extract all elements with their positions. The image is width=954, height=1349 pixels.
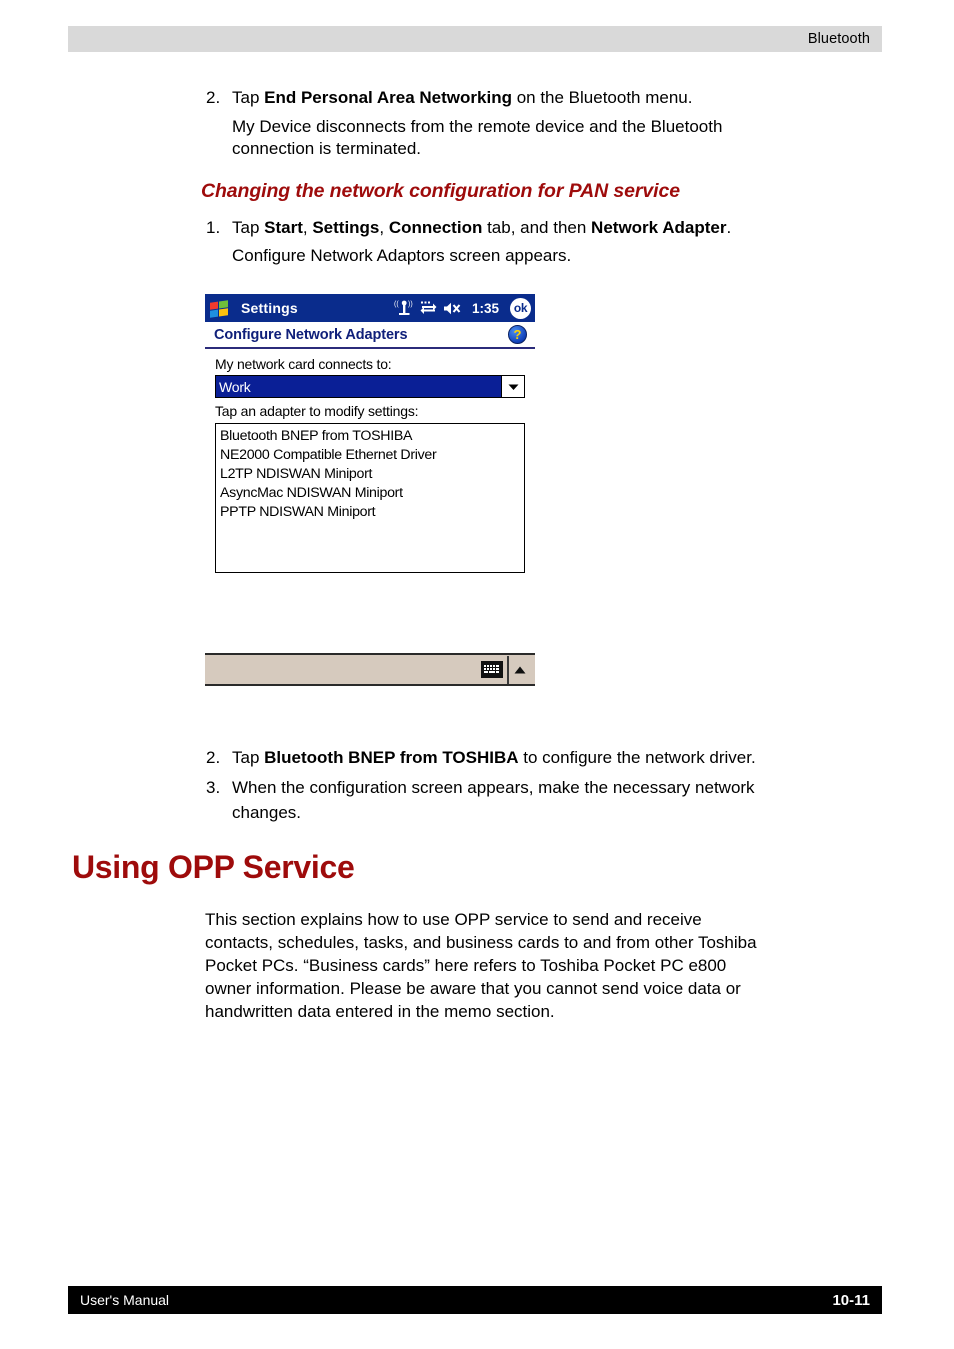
ok-button[interactable]: ok	[510, 297, 531, 319]
pocketpc-page-title: Configure Network Adapters	[214, 326, 408, 343]
text-fragment: .	[726, 218, 732, 237]
section-paragraph-line: This section explains how to use OPP ser…	[205, 910, 702, 929]
step-2-result-line-2: connection is terminated.	[232, 139, 421, 158]
list-text: Tap Start, Settings, Connection tab, and…	[232, 215, 731, 240]
bold-fragment: End Personal Area Networking	[264, 88, 512, 107]
triangle-up-icon[interactable]	[514, 666, 526, 674]
pocketpc-title-bar: Settings (( )) 1:35 ok	[205, 294, 535, 322]
text-fragment: on the Bluetooth menu.	[511, 88, 693, 107]
page-header-band: Bluetooth	[68, 26, 882, 52]
list-marker: 2.	[206, 88, 221, 107]
list-item[interactable]: Bluetooth BNEP from TOSHIBA	[220, 427, 524, 446]
adapter-listbox[interactable]: Bluetooth BNEP from TOSHIBA NE2000 Compa…	[215, 423, 525, 573]
wireless-signal-icon[interactable]: (( ))	[394, 299, 414, 317]
network-card-label: My network card connects to:	[215, 356, 392, 372]
pocketpc-body: My network card connects to: Work Tap an…	[205, 349, 535, 573]
list-text: Tap End Personal Area Networking on the …	[232, 85, 693, 110]
chapter-title: Bluetooth	[807, 31, 870, 47]
pocketpc-blank-spacer	[205, 573, 535, 653]
pocketpc-system-tray: (( )) 1:35 ok	[394, 294, 531, 322]
bold-fragment: Start	[264, 218, 303, 237]
section-paragraph-line: contacts, schedules, tasks, and business…	[205, 933, 757, 952]
text-fragment: Tap	[232, 748, 265, 767]
section-heading-using-opp-service: Using OPP Service	[72, 849, 355, 885]
keyboard-icon[interactable]	[481, 661, 503, 678]
footer-manual-label: User's Manual	[80, 1292, 170, 1308]
volume-muted-icon[interactable]	[443, 301, 465, 316]
text-fragment: Tap	[232, 218, 265, 237]
list-text: When the configuration screen appears, m…	[232, 778, 755, 797]
step-1-result-line: Configure Network Adaptors screen appear…	[232, 246, 572, 265]
pocketpc-screenshot-figure: Settings (( )) 1:35 ok Configure Network…	[205, 294, 535, 686]
step-3-line-2: changes.	[232, 803, 301, 822]
svg-text:)): ))	[408, 301, 413, 308]
bold-fragment: Bluetooth BNEP from TOSHIBA	[264, 748, 519, 767]
list-marker: 3.	[206, 778, 221, 797]
adapter-list-label: Tap an adapter to modify settings:	[215, 403, 419, 419]
taskbar-divider	[507, 655, 509, 684]
list-text: Tap Bluetooth BNEP from TOSHIBA to confi…	[232, 745, 756, 770]
bold-fragment: Settings	[312, 218, 380, 237]
pocketpc-taskbar	[205, 653, 535, 686]
svg-text:((: ((	[394, 301, 399, 308]
list-marker: 2.	[206, 748, 221, 767]
network-connectivity-icon[interactable]	[420, 300, 437, 316]
list-item-step-1: 1. Tap Start, Settings, Connection tab, …	[198, 215, 888, 240]
section-paragraph-line: owner information. Please be aware that …	[205, 979, 741, 998]
text-fragment: to configure the network driver.	[518, 748, 756, 767]
list-item-step-3-bottom: 3. When the configuration screen appears…	[198, 775, 888, 800]
list-item[interactable]: NE2000 Compatible Ethernet Driver	[220, 446, 524, 465]
section-paragraph-line: Pocket PCs. “Business cards” here refers…	[205, 956, 727, 975]
network-card-dropdown[interactable]: Work	[215, 375, 525, 398]
section-paragraph-line: handwritten data entered in the memo sec…	[205, 1002, 555, 1021]
bold-fragment: Connection	[388, 218, 483, 237]
list-item[interactable]: PPTP NDISWAN Miniport	[220, 503, 524, 522]
list-item[interactable]: L2TP NDISWAN Miniport	[220, 465, 524, 484]
text-fragment: tab, and then	[482, 218, 592, 237]
text-fragment: ,	[302, 218, 313, 237]
list-item-step-2-top: 2. Tap End Personal Area Networking on t…	[198, 85, 888, 110]
page-footer-band: User's Manual 10-11	[68, 1286, 882, 1314]
list-item[interactable]: AsyncMac NDISWAN Miniport	[220, 484, 524, 503]
sub-heading-changing-network-config: Changing the network configuration for P…	[201, 180, 680, 202]
pocketpc-page-title-bar: Configure Network Adapters ?	[205, 322, 535, 349]
list-item-step-2-bottom: 2. Tap Bluetooth BNEP from TOSHIBA to co…	[198, 745, 888, 770]
help-icon[interactable]: ?	[508, 325, 527, 344]
list-marker: 1.	[206, 218, 221, 237]
network-card-dropdown-value: Work	[216, 376, 501, 397]
footer-page-number: 10-11	[832, 1291, 870, 1309]
pocketpc-clock: 1:35	[471, 300, 499, 316]
bold-fragment: Network Adapter	[591, 218, 727, 237]
text-fragment: ,	[379, 218, 389, 237]
pocketpc-app-title: Settings	[241, 300, 298, 316]
windows-flag-icon[interactable]	[206, 295, 232, 321]
chevron-down-icon[interactable]	[501, 376, 524, 397]
text-fragment: Tap	[232, 88, 265, 107]
